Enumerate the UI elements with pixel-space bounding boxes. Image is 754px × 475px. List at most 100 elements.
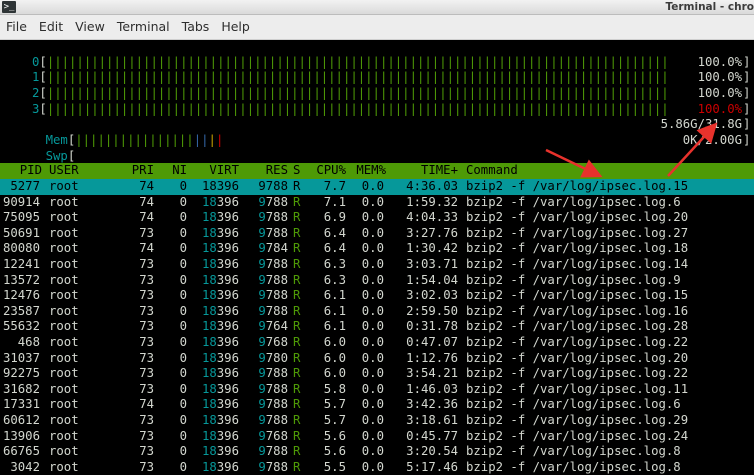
process-row[interactable]: 13906 root 73 0 18396 9768 R 5.6 0.0 0:45.77 bzip2…	[0, 429, 754, 445]
cell-user: root	[49, 257, 79, 271]
cell-time: 3:18.61	[406, 413, 458, 427]
cell-cmd: bzip2 -f /var/log/ipsec.log.6	[466, 194, 681, 209]
process-row[interactable]: 60612 root 73 0 18396 9788 R 5.7 0.0 3:18.61 bzip2…	[0, 413, 754, 429]
process-row[interactable]: 75095 root 74 0 18396 9788 R 6.9 0.0 4:04.33 bzip2…	[0, 210, 754, 226]
cell-res: 9788	[258, 179, 288, 193]
process-row[interactable]: 66765 root 73 0 18396 9788 R 5.6 0.0 3:20.54 bzip2…	[0, 444, 754, 460]
column-header-cpu[interactable]: CPU%	[306, 163, 346, 179]
cell-cpu: 6.3	[323, 272, 346, 287]
cell-s: R	[293, 257, 301, 271]
process-table-header[interactable]: PID USER PRI NI VIRT RES S CPU% MEM% TIME+ Command	[0, 163, 754, 179]
cell-res: 9788	[258, 413, 288, 427]
cell-s: R	[293, 397, 301, 412]
cell-s: R	[293, 210, 301, 225]
process-row[interactable]: 13572 root 73 0 18396 9788 R 6.3 0.0 1:54.04 bzip2…	[0, 273, 754, 289]
cell-res: 9784	[258, 241, 288, 256]
cell-time: 0:31.78	[406, 319, 458, 334]
cell-cmd: bzip2 -f /var/log/ipsec.log.18	[466, 241, 689, 256]
column-header-time[interactable]: TIME+	[392, 163, 458, 179]
column-header-user[interactable]: USER	[49, 163, 89, 179]
cell-ni: 0	[179, 381, 187, 396]
process-row[interactable]: 23587 root 73 0 18396 9788 R 6.1 0.0 2:59.50 bzip2…	[0, 304, 754, 320]
cell-ni: 0	[179, 335, 187, 349]
cell-ni: 0	[179, 444, 187, 459]
menu-edit[interactable]: Edit	[33, 15, 69, 39]
cell-time: 1:30.42	[406, 241, 458, 256]
process-row[interactable]: 92275 root 73 0 18396 9788 R 6.0 0.0 3:54.21 bzip2…	[0, 366, 754, 382]
column-header-mem[interactable]: MEM%	[350, 163, 386, 179]
cpu-meter-value: 100.0%	[697, 55, 742, 69]
cell-pri: 73	[139, 225, 154, 240]
cell-virt: 18396	[201, 241, 239, 256]
swap-meter: Swp[	[45, 148, 76, 163]
process-row[interactable]: 50691 root 73 0 18396 9788 R 6.4 0.0 3:27.76 bzip2…	[0, 226, 754, 242]
cell-pri: 73	[139, 366, 154, 381]
cell-pri: 73	[139, 335, 154, 349]
process-row[interactable]: 31037 root 73 0 18396 9780 R 6.0 0.0 1:12.76 bzip2…	[0, 351, 754, 367]
process-row-selected[interactable]: 5277 root 74 0 18396 9788 R 7.7 0.0 4:36.03 bzip2 …	[0, 179, 754, 195]
menu-tabs[interactable]: Tabs	[176, 15, 216, 39]
swap-value: 0K/2.00G	[682, 133, 742, 147]
cell-pid: 92275	[2, 366, 40, 381]
cpu-usage-bar: ||||||||||||||||||||||||||||||||||||||||…	[46, 55, 669, 69]
cell-cmd: bzip2 -f /var/log/ipsec.log.14	[466, 257, 689, 271]
process-row[interactable]: 12241 root 73 0 18396 9788 R 6.3 0.0 3:03.71 bzip2…	[0, 257, 754, 273]
cell-time: 3:02.03	[406, 288, 458, 303]
cell-s: R	[293, 319, 301, 334]
column-header-res[interactable]: RES	[244, 163, 288, 179]
cell-cpu: 6.3	[323, 257, 346, 271]
process-row[interactable]: 17331 root 74 0 18396 9788 R 5.7 0.0 3:42.36 bzip2…	[0, 397, 754, 413]
cell-pid: 12241	[2, 257, 40, 271]
cell-virt: 18396	[201, 179, 239, 193]
process-row[interactable]: 3042 root 73 0 18396 9788 R 5.5 0.0 5:17.46 bzip2 …	[0, 460, 754, 475]
process-row[interactable]: 12476 root 73 0 18396 9788 R 6.1 0.0 3:02.03 bzip2…	[0, 288, 754, 304]
process-row[interactable]: 80080 root 74 0 18396 9784 R 6.4 0.0 1:30.42 bzip2…	[0, 241, 754, 257]
cell-mem: 0.0	[361, 194, 384, 209]
column-header-virt[interactable]: VIRT	[190, 163, 239, 179]
cell-time: 1:54.04	[406, 272, 458, 287]
cell-mem: 0.0	[361, 179, 384, 193]
cell-res: 9788	[258, 257, 288, 271]
cell-pri: 74	[139, 194, 154, 209]
terminal-area[interactable]: 0[||||||||||||||||||||||||||||||||||||||…	[0, 40, 754, 475]
window-title: Terminal - chro	[665, 1, 754, 13]
cell-cmd: bzip2 -f /var/log/ipsec.log.15	[466, 288, 689, 303]
menu-help[interactable]: Help	[215, 15, 256, 39]
cpu-usage-bar: ||||||||||||||||||||||||||||||||||||||||…	[46, 70, 669, 84]
cpu-meter-value: 100.0%	[697, 86, 742, 100]
column-header-ni[interactable]: NI	[160, 163, 187, 179]
cell-pid: 13572	[2, 272, 40, 287]
cell-user: root	[49, 241, 79, 256]
cell-cmd: bzip2 -f /var/log/ipsec.log.27	[466, 225, 689, 240]
column-header-pri[interactable]: PRI	[120, 163, 154, 179]
cell-pri: 73	[139, 288, 154, 303]
column-header-s[interactable]: S	[293, 163, 305, 179]
cell-ni: 0	[179, 257, 187, 271]
column-header-command[interactable]: Command	[466, 163, 566, 179]
mem-meter: Mem[||||||||||||||||||||	[45, 132, 224, 147]
cell-res: 9788	[258, 303, 288, 318]
process-row[interactable]: 468 root 73 0 18396 9768 R 6.0 0.0 0:47.07 bzip2 -…	[0, 335, 754, 351]
cell-virt: 18396	[201, 350, 239, 365]
window-titlebar[interactable]: >_ Terminal - chro	[0, 0, 754, 15]
cell-virt: 18396	[201, 225, 239, 240]
cell-res: 9768	[258, 428, 288, 443]
cell-time: 0:45.77	[406, 428, 458, 443]
menu-view[interactable]: View	[69, 15, 111, 39]
cell-pri: 74	[139, 210, 154, 225]
cell-res: 9788	[258, 272, 288, 287]
cell-cmd: bzip2 -f /var/log/ipsec.log.29	[466, 413, 689, 427]
cell-ni: 0	[179, 459, 187, 474]
process-row[interactable]: 90914 root 74 0 18396 9788 R 7.1 0.0 1:59.32 bzip2…	[0, 195, 754, 211]
menu-file[interactable]: File	[0, 15, 33, 39]
cell-ni: 0	[179, 194, 187, 209]
cell-cmd: bzip2 -f /var/log/ipsec.log.8	[466, 444, 681, 459]
column-header-pid[interactable]: PID	[0, 163, 42, 179]
process-row[interactable]: 55632 root 73 0 18396 9764 R 6.1 0.0 0:31.78 bzip2…	[0, 319, 754, 335]
menu-terminal[interactable]: Terminal	[111, 15, 176, 39]
cell-time: 4:04.33	[406, 210, 458, 225]
process-row[interactable]: 31682 root 73 0 18396 9788 R 5.8 0.0 1:46.03 bzip2…	[0, 382, 754, 398]
cell-mem: 0.0	[361, 257, 384, 271]
cell-pri: 74	[139, 241, 154, 256]
cell-cmd: bzip2 -f /var/log/ipsec.log.16	[466, 303, 689, 318]
